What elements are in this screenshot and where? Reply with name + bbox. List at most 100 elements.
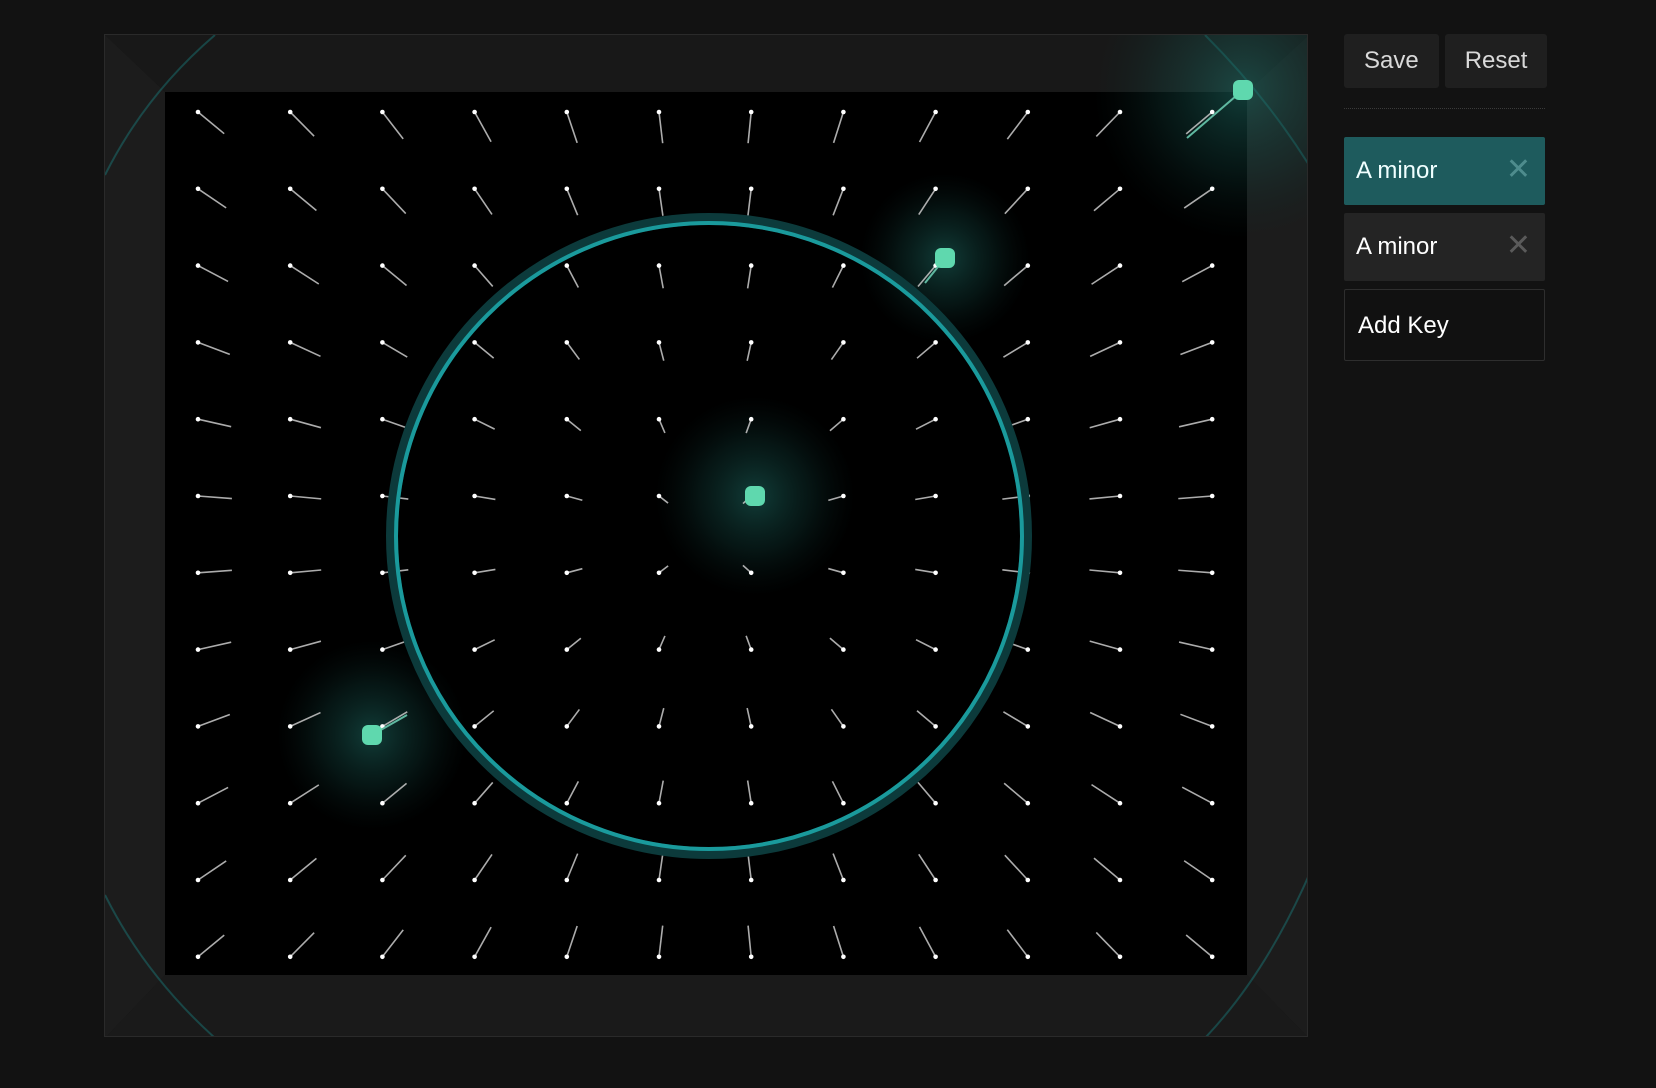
vector-dot xyxy=(1209,954,1215,960)
vector-dot xyxy=(1025,416,1031,422)
vector-dot xyxy=(656,800,662,806)
key-item-label: A minor xyxy=(1356,233,1438,260)
vector-dot xyxy=(564,493,570,499)
vector-dot xyxy=(195,493,201,499)
vector-dot xyxy=(1209,109,1215,115)
vector-dot xyxy=(472,570,477,576)
vector-dot xyxy=(933,724,938,729)
vector-dot xyxy=(287,877,293,883)
vector-dot xyxy=(748,109,754,115)
vector-dot xyxy=(564,416,570,422)
vector-field-canvas[interactable] xyxy=(104,34,1308,1037)
vector-dot xyxy=(564,570,570,576)
vector-dot xyxy=(380,340,385,345)
vector-dot xyxy=(380,570,385,576)
vector-dot xyxy=(1025,647,1031,652)
vector-dot xyxy=(1025,954,1031,960)
vector-dot xyxy=(287,416,293,422)
vector-dot xyxy=(1117,877,1123,883)
key-item-a-minor-2[interactable]: A minor ✕ xyxy=(1344,213,1545,281)
control-handle[interactable] xyxy=(745,486,765,506)
vector-dot xyxy=(1025,109,1031,115)
vector-dot xyxy=(933,340,938,345)
vector-field-svg[interactable] xyxy=(105,35,1308,1037)
vector-dot xyxy=(933,493,938,499)
vector-dot xyxy=(380,109,385,115)
reset-button[interactable]: Reset xyxy=(1444,34,1548,88)
vector-dot xyxy=(380,416,385,422)
vector-dot xyxy=(1025,340,1031,345)
vector-dot xyxy=(656,954,662,960)
vector-dot xyxy=(1209,647,1215,652)
add-key-button[interactable]: Add Key xyxy=(1344,289,1545,361)
close-icon[interactable]: ✕ xyxy=(1506,213,1531,281)
vector-dot xyxy=(748,647,754,652)
key-item-a-minor-1[interactable]: A minor ✕ xyxy=(1344,137,1545,205)
vector-dot xyxy=(472,340,477,345)
vector-dot xyxy=(287,493,293,499)
vector-dot xyxy=(748,416,754,422)
vector-dot xyxy=(1025,800,1031,806)
vector-dot xyxy=(195,263,201,268)
vector-dot xyxy=(564,724,570,729)
vector-dot xyxy=(1117,570,1123,576)
vector-dot xyxy=(1209,570,1215,576)
vector-dot xyxy=(841,724,846,729)
vector-dot xyxy=(1117,800,1123,806)
vector-dot xyxy=(287,340,293,345)
vector-dot xyxy=(656,416,662,422)
vector-dot xyxy=(748,954,754,960)
vector-dot xyxy=(1117,186,1123,192)
vector-dot xyxy=(933,877,938,883)
vector-dot xyxy=(841,493,846,499)
vector-dot xyxy=(1117,724,1123,729)
vector-dot xyxy=(748,263,754,268)
vector-dot xyxy=(287,647,293,652)
vector-dot xyxy=(472,647,477,652)
vector-dot xyxy=(1209,263,1215,268)
save-button[interactable]: Save xyxy=(1344,34,1439,88)
vector-dot xyxy=(380,877,385,883)
vector-dot xyxy=(287,724,293,729)
vector-dot xyxy=(656,340,662,345)
control-handle[interactable] xyxy=(1233,80,1253,100)
control-handle[interactable] xyxy=(362,725,382,745)
vector-dot xyxy=(472,724,477,729)
vector-dot xyxy=(287,109,293,115)
vector-dot xyxy=(841,263,846,268)
vector-dot xyxy=(656,186,662,192)
vector-dot xyxy=(564,340,570,345)
vector-dot xyxy=(195,724,201,729)
control-handle[interactable] xyxy=(935,248,955,268)
vector-dot xyxy=(195,877,201,883)
vector-dot xyxy=(195,647,201,652)
close-icon[interactable]: ✕ xyxy=(1506,137,1531,205)
vector-dot xyxy=(841,877,846,883)
vector-dot xyxy=(933,647,938,652)
frame-bottom xyxy=(106,975,1307,1036)
vector-dot xyxy=(380,647,385,652)
vector-dot xyxy=(656,724,662,729)
vector-dot xyxy=(1117,416,1123,422)
vector-dot xyxy=(748,877,754,883)
vector-dot xyxy=(380,263,385,268)
vector-dot xyxy=(472,109,477,115)
vector-dot xyxy=(472,263,477,268)
vector-dot xyxy=(1209,724,1215,729)
vector-dot xyxy=(195,570,201,576)
vector-dot xyxy=(748,800,754,806)
vector-dot xyxy=(841,570,846,576)
vector-dot xyxy=(564,647,570,652)
vector-dot xyxy=(472,416,477,422)
vector-dot xyxy=(1025,263,1031,268)
vector-dot xyxy=(748,186,754,192)
vector-dot xyxy=(564,109,570,115)
vector-dot xyxy=(195,416,201,422)
vector-dot xyxy=(933,109,938,115)
vector-dot xyxy=(933,954,938,960)
vector-dot xyxy=(933,800,938,806)
vector-dot xyxy=(380,800,385,806)
vector-dot xyxy=(1209,800,1215,806)
vector-dot xyxy=(656,109,662,115)
vector-dot xyxy=(195,109,201,115)
